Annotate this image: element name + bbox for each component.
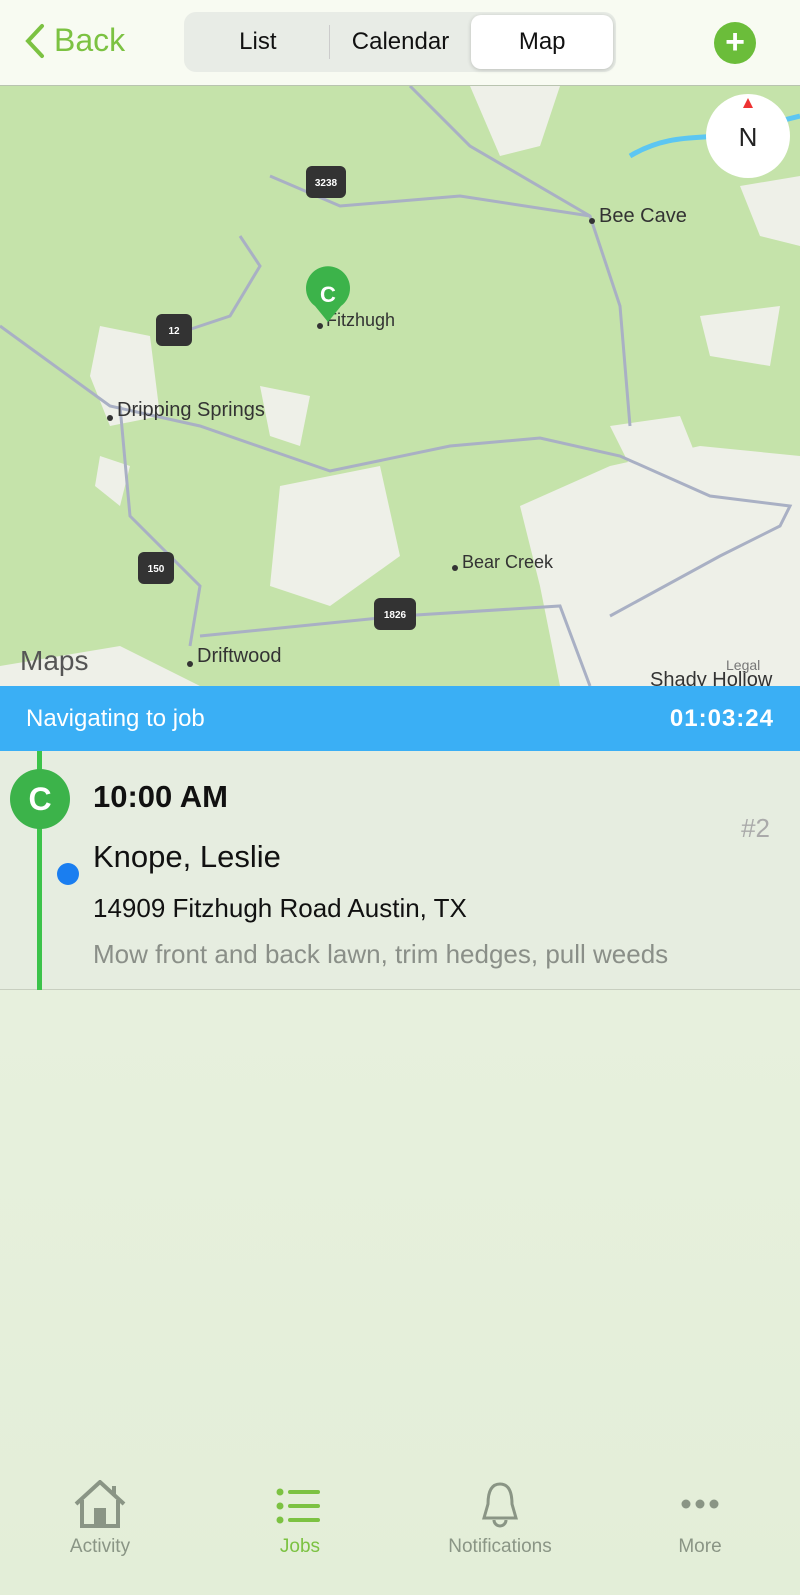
- legal-link[interactable]: Legal: [726, 657, 760, 673]
- navigation-status: Navigating to job: [26, 704, 205, 732]
- list-icon: [276, 1488, 320, 1524]
- more-icon: [681, 1499, 719, 1509]
- tab-label: More: [678, 1536, 722, 1557]
- place-fitzhugh: Fitzhugh: [326, 310, 395, 330]
- chevron-left-icon: [25, 23, 44, 58]
- job-description: Mow front and back lawn, trim hedges, pu…: [93, 939, 669, 969]
- plus-icon: +: [725, 23, 745, 61]
- header: Back List Calendar Map +: [0, 0, 800, 86]
- tab-calendar[interactable]: Calendar: [330, 15, 472, 69]
- compass-button[interactable]: N: [706, 94, 790, 178]
- tab-bar: Activity Jobs Notifications More: [0, 1480, 800, 1558]
- tab-label: Notifications: [448, 1536, 552, 1557]
- back-label: Back: [54, 22, 126, 58]
- place-dripping-springs: Dripping Springs: [117, 399, 265, 421]
- job-status-badge: C: [10, 769, 70, 829]
- tab-label: Jobs: [279, 1536, 321, 1557]
- maps-attribution: Maps: [20, 645, 88, 676]
- shield-12: 12: [168, 326, 180, 337]
- view-segmented-control: List Calendar Map: [184, 12, 616, 72]
- job-time: 10:00 AM: [93, 779, 228, 814]
- shield-150: 150: [148, 564, 165, 575]
- map-view[interactable]: 3238 12 150 1826 Bee Cave Fitzhugh Dripp…: [0, 86, 800, 686]
- place-bear-creek: Bear Creek: [462, 552, 554, 572]
- shield-1826: 1826: [384, 610, 407, 621]
- navigation-banner[interactable]: Navigating to job 01:03:24: [0, 686, 800, 751]
- customer-name: Knope, Leslie: [93, 839, 281, 874]
- tab-jobs[interactable]: Jobs: [200, 1480, 400, 1558]
- bell-icon: [482, 1482, 518, 1528]
- status-dot-icon: [57, 863, 79, 885]
- shield-3238: 3238: [315, 178, 338, 189]
- tab-map[interactable]: Map: [471, 15, 614, 69]
- tab-activity[interactable]: Activity: [0, 1480, 200, 1558]
- compass-icon: N: [739, 122, 758, 152]
- tab-list[interactable]: List: [187, 15, 329, 69]
- job-number: #2: [741, 813, 770, 843]
- tab-label: Activity: [69, 1536, 131, 1557]
- navigation-timer: 01:03:24: [669, 704, 774, 732]
- tab-notifications[interactable]: Notifications: [400, 1480, 600, 1558]
- place-driftwood: Driftwood: [197, 645, 281, 667]
- tab-more[interactable]: More: [600, 1480, 800, 1558]
- job-address: 14909 Fitzhugh Road Austin, TX: [93, 893, 467, 923]
- place-bee-cave: Bee Cave: [599, 205, 687, 227]
- add-job-button[interactable]: +: [714, 22, 756, 64]
- svg-text:C: C: [320, 282, 336, 307]
- job-card[interactable]: C 10:00 AM #2 Knope, Leslie 14909 Fitzhu…: [0, 751, 800, 990]
- back-button[interactable]: Back: [24, 22, 125, 59]
- house-icon: [74, 1480, 126, 1528]
